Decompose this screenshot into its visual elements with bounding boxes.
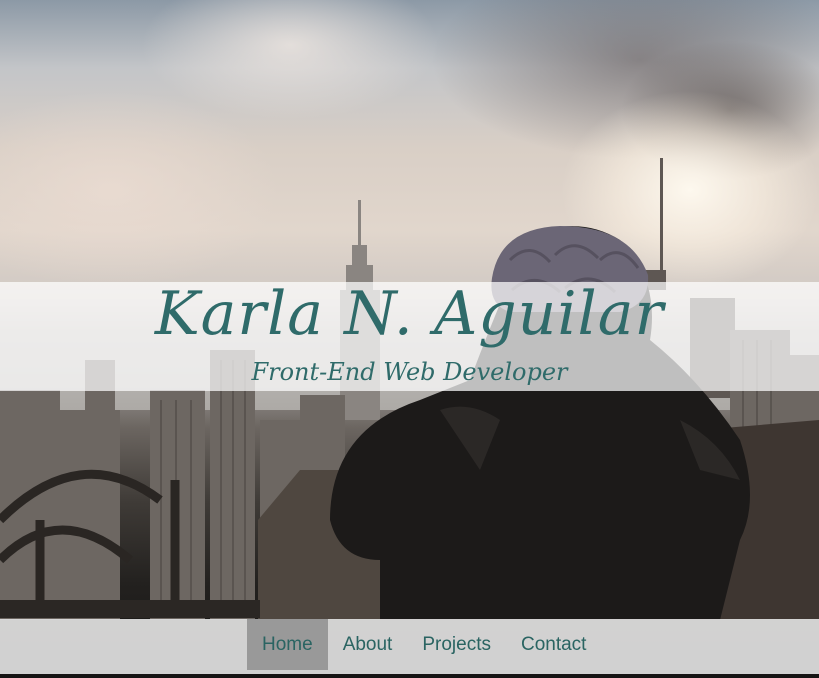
site-title: Karla N. Aguilar [154,279,665,349]
nav-item-home[interactable]: Home [247,619,328,670]
nav-item-contact[interactable]: Contact [506,619,601,670]
nav-item-projects[interactable]: Projects [407,619,506,670]
main-navigation: Home About Projects Contact [0,619,819,674]
nav-list: Home About Projects Contact [247,619,601,670]
site-subtitle: Front-End Web Developer [251,358,568,386]
nav-item-about[interactable]: About [328,619,408,670]
